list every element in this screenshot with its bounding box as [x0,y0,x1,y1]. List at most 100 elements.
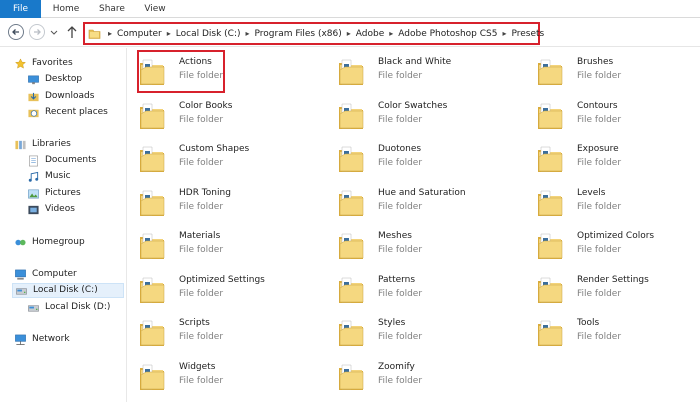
sidebar-item-favorites[interactable]: Favorites [14,56,73,71]
computer-icon [15,269,26,280]
folder-type: File folder [179,115,224,125]
sidebar-item-label: Favorites [32,58,73,68]
back-button[interactable] [8,24,24,40]
folder-type: File folder [378,245,423,255]
folder-item-brushes[interactable]: Brushes File folder [526,52,700,92]
tab-file[interactable]: File [0,0,41,18]
sidebar-item-local-disk-d[interactable]: Local Disk (D:) [27,300,110,315]
breadcrumb-item[interactable]: Local Disk (C:) [176,29,241,39]
folder-item-color-swatches[interactable]: Color Swatches File folder [327,96,512,136]
desktop-icon [28,75,39,84]
folder-type: File folder [179,245,224,255]
chevron-right-icon[interactable]: ▸ [389,29,393,38]
folder-item-duotones[interactable]: Duotones File folder [327,139,512,179]
sidebar-item-libraries[interactable]: Libraries [14,137,71,152]
folder-name: Patterns [378,275,416,285]
breadcrumb-item[interactable]: Computer [117,29,162,39]
folder-icon [538,277,563,303]
forward-arrow-icon [34,29,41,35]
folder-name: Color Books [179,101,233,111]
folder-name: Duotones [378,144,422,154]
folder-item-exposure[interactable]: Exposure File folder [526,139,700,179]
sidebar-item-music[interactable]: Music [27,169,71,184]
sidebar-item-label: Recent places [45,107,108,117]
folder-name: Custom Shapes [179,144,250,154]
folder-item-optimized-colors[interactable]: Optimized Colors File folder [526,226,700,266]
breadcrumb-item[interactable]: Adobe [356,29,384,39]
up-arrow-icon[interactable] [65,24,79,40]
folder-type: File folder [378,202,423,212]
folder-type: File folder [577,158,622,168]
chevron-right-icon[interactable]: ▸ [347,29,351,38]
folder-item-color-books[interactable]: Color Books File folder [128,96,313,136]
tab-share[interactable]: Share [97,0,127,18]
folder-type: File folder [179,289,224,299]
back-arrow-icon [12,29,19,35]
folder-item-render-settings[interactable]: Render Settings File folder [526,270,700,310]
sidebar-item-label: Local Disk (C:) [33,285,98,295]
folder-item-hue-and-saturation[interactable]: Hue and Saturation File folder [327,183,512,223]
folder-item-meshes[interactable]: Meshes File folder [327,226,512,266]
folder-name: Optimized Colors [577,231,655,241]
folder-type: File folder [577,71,622,81]
folder-item-hdr-toning[interactable]: HDR Toning File folder [128,183,313,223]
folder-item-optimized-settings[interactable]: Optimized Settings File folder [128,270,313,310]
sidebar-item-recent-places[interactable]: Recent places [27,105,108,120]
sidebar-item-videos[interactable]: Videos [27,202,75,217]
sidebar-item-network[interactable]: Network [14,332,70,347]
folder-type: File folder [577,332,622,342]
folder-item-custom-shapes[interactable]: Custom Shapes File folder [128,139,313,179]
folder-name: Render Settings [577,275,649,285]
sidebar-item-label: Downloads [45,91,95,101]
downloads-icon [28,92,39,101]
sidebar-item-documents[interactable]: Documents [27,153,96,168]
folder-item-contours[interactable]: Contours File folder [526,96,700,136]
breadcrumb-item[interactable]: Presets [511,29,544,39]
music-icon [28,171,39,182]
folder-icon [538,103,563,129]
sidebar-item-pictures[interactable]: Pictures [27,186,81,201]
sidebar-item-homegroup[interactable]: Homegroup [14,235,85,250]
folder-icon [339,59,364,85]
folder-name: Zoomify [378,362,415,372]
folder-item-black-and-white[interactable]: Black and White File folder [327,52,512,92]
folder-icon [339,277,364,303]
folder-item-levels[interactable]: Levels File folder [526,183,700,223]
folder-name: Materials [179,231,221,241]
folder-item-tools[interactable]: Tools File folder [526,313,700,353]
folder-item-widgets[interactable]: Widgets File folder [128,357,313,397]
tab-home[interactable]: Home [52,0,80,18]
sidebar-item-label: Music [45,171,71,181]
folder-item-patterns[interactable]: Patterns File folder [327,270,512,310]
sidebar-item-local-disk-c[interactable]: Local Disk (C:) [12,283,124,298]
folder-name: Tools [577,318,600,328]
recent-locations-chevron-icon[interactable] [50,27,58,37]
libraries-icon [15,140,26,149]
breadcrumb-item[interactable]: Program Files (x86) [255,29,342,39]
folder-item-scripts[interactable]: Scripts File folder [128,313,313,353]
sidebar-item-downloads[interactable]: Downloads [27,89,94,104]
folder-icon [140,103,165,129]
tab-view[interactable]: View [142,0,168,18]
folder-name: Scripts [179,318,210,328]
sidebar-item-desktop[interactable]: Desktop [27,72,82,87]
chevron-right-icon[interactable]: ▸ [108,29,112,38]
folder-type: File folder [378,376,423,386]
folder-item-zoomify[interactable]: Zoomify File folder [327,357,512,397]
folder-icon [140,320,165,346]
address-bar[interactable]: ▸ Computer ▸ Local Disk (C:) ▸ Program Files … [83,22,544,45]
folder-name: Color Swatches [378,101,448,111]
chevron-right-icon[interactable]: ▸ [167,29,171,38]
folder-icon [140,190,165,216]
folder-icon [538,59,563,85]
forward-button[interactable] [29,24,45,40]
folder-item-styles[interactable]: Styles File folder [327,313,512,353]
folder-name: Exposure [577,144,619,154]
chevron-right-icon[interactable]: ▸ [246,29,250,38]
breadcrumb-item[interactable]: Adobe Photoshop CS5 [398,29,497,39]
sidebar-item-computer[interactable]: Computer [14,267,77,282]
folder-item-materials[interactable]: Materials File folder [128,226,313,266]
chevron-right-icon[interactable]: ▸ [502,29,506,38]
folder-name: Brushes [577,57,614,67]
folder-icon [140,277,165,303]
